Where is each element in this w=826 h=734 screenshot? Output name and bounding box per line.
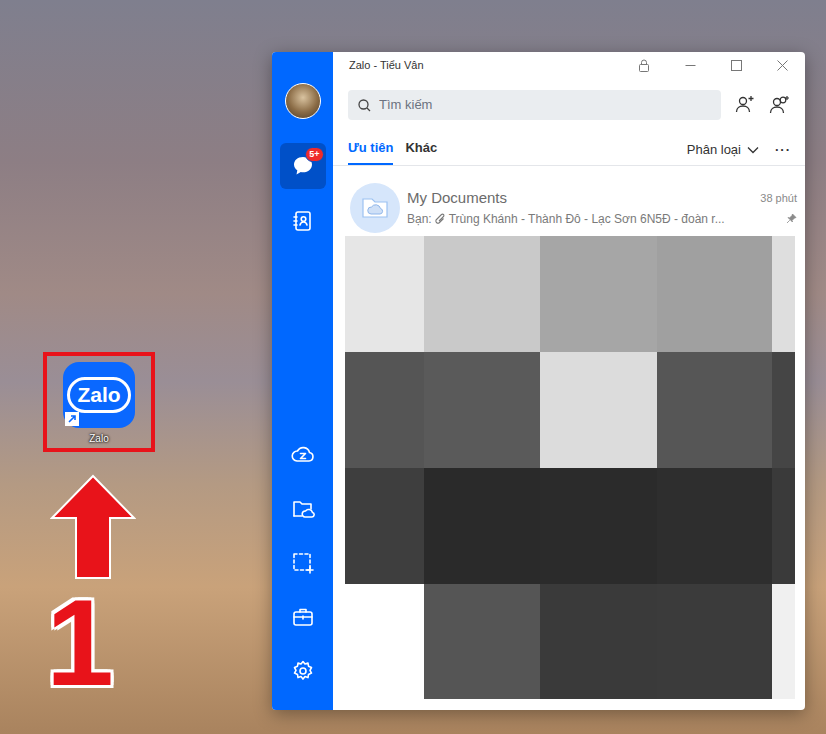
minimize-icon[interactable] [667, 52, 713, 78]
message-preview: Trùng Khánh - Thành Đô - Lạc Sơn 6N5Đ - … [449, 210, 783, 228]
search-row [333, 90, 805, 120]
more-button[interactable]: ··· [775, 140, 791, 160]
search-icon [358, 99, 371, 112]
sender-label: Bạn: [407, 210, 432, 228]
folder-cloud-icon [350, 183, 400, 233]
close-icon[interactable] [759, 52, 805, 78]
paperclip-icon [435, 213, 446, 225]
shortcut-arrow-icon [65, 412, 79, 426]
pin-icon [786, 213, 797, 224]
conversation-row[interactable]: My Documents 38 phút Bạn: Trùng Khánh - Thà… [333, 180, 805, 236]
sidebar-item[interactable] [280, 594, 326, 640]
tabs-row: Ưu tiên Khác Phân loại ··· [333, 138, 805, 166]
cloud-folder-icon [291, 497, 315, 521]
chevron-down-icon [747, 146, 759, 154]
window-title: Zalo - Tiểu Vân [349, 57, 621, 74]
sidebar-item[interactable]: 5+ [280, 143, 326, 189]
conversation-name: My Documents [407, 187, 507, 210]
cloud-icon [290, 443, 316, 467]
contacts-icon [291, 209, 315, 233]
sidebar-item[interactable] [280, 198, 326, 244]
create-group-icon[interactable] [769, 95, 791, 115]
conversation-list: My Documents 38 phút Bạn: Trùng Khánh - Thà… [333, 166, 805, 236]
lock-icon[interactable] [621, 52, 667, 78]
search-box[interactable] [348, 90, 721, 120]
filter-label: Phân loại [687, 140, 741, 160]
sidebar: 5+ [272, 52, 333, 710]
pixelated-area [345, 236, 805, 699]
zalo-logo-icon[interactable]: Zalo [63, 362, 135, 428]
desktop-shortcut[interactable]: Zalo Zalo [43, 352, 155, 452]
sidebar-item[interactable] [280, 648, 326, 694]
main-panel: Zalo - Tiểu Vân Ưu tiên Khác [333, 52, 805, 710]
screenshot-icon [291, 551, 315, 575]
logo-text: Zalo [67, 377, 130, 412]
sidebar-item[interactable] [280, 540, 326, 586]
gear-icon [291, 659, 315, 683]
title-bar: Zalo - Tiểu Vân [333, 52, 805, 78]
add-friend-icon[interactable] [735, 95, 755, 115]
conversation-time: 38 phút [760, 190, 797, 207]
unread-badge: 5+ [305, 147, 323, 162]
zalo-window: 5+ Zalo - Tiểu Vân [272, 52, 805, 710]
tab[interactable]: Ưu tiên [348, 138, 393, 165]
step-number: 1 [46, 582, 114, 704]
red-arrow-icon [50, 474, 136, 580]
shortcut-label: Zalo [89, 431, 108, 446]
sidebar-item[interactable] [280, 486, 326, 532]
tab[interactable]: Khác [405, 138, 437, 165]
profile-avatar[interactable] [285, 83, 321, 119]
sidebar-item[interactable] [280, 432, 326, 478]
search-input[interactable] [377, 94, 711, 116]
maximize-icon[interactable] [713, 52, 759, 78]
filter-dropdown[interactable]: Phân loại ··· [687, 140, 791, 165]
briefcase-icon [291, 605, 315, 629]
